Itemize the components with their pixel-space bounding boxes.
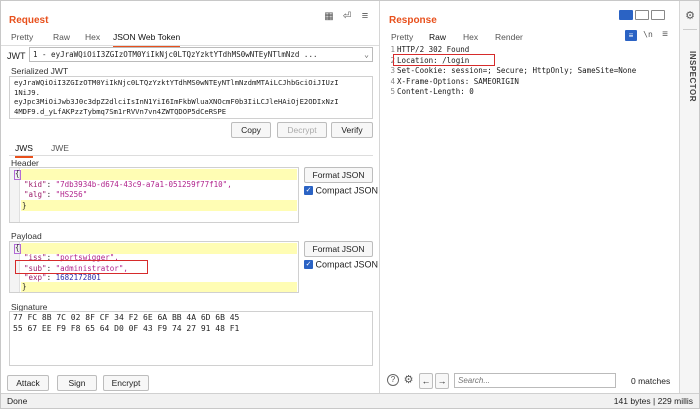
json-key: "exp" xyxy=(24,273,47,282)
header-json-editor[interactable]: { "kid": "7db3934b-d674-43c9-a7a1-051259… xyxy=(9,167,299,223)
inspector-sidebar[interactable]: ⚙ INSPECTOR xyxy=(679,1,699,393)
location-highlight-box xyxy=(393,54,495,66)
settings-icon[interactable]: ⚙ xyxy=(683,9,697,22)
json-key: "alg" xyxy=(24,190,47,199)
divider xyxy=(683,29,697,30)
checkbox-checked-icon[interactable]: ✓ xyxy=(304,260,313,270)
response-title: Response xyxy=(389,15,437,26)
line-number: 5 xyxy=(390,87,395,96)
layout-split-icon[interactable] xyxy=(619,10,633,20)
compact-json-toggle[interactable]: ✓ Compact JSON xyxy=(304,259,378,270)
back-arrow-icon[interactable]: ← xyxy=(419,373,433,389)
tab-jwe[interactable]: JWE xyxy=(51,143,69,153)
format-json-button[interactable]: Format JSON xyxy=(304,167,373,183)
copy-button[interactable]: Copy xyxy=(231,122,271,138)
jwt-label: JWT xyxy=(7,51,26,61)
layout-icon[interactable]: ▦ xyxy=(323,11,335,23)
divider xyxy=(9,155,373,156)
jwt-select-value: 1 - eyJraWQiOiI3ZGIzOTM0YiIkNjc0LTQzYzkt… xyxy=(33,50,318,59)
json-brace: { xyxy=(15,243,20,252)
request-title: Request xyxy=(9,15,49,26)
response-line: X-Frame-Options: SAMEORIGIN xyxy=(397,76,519,86)
response-line: Content-Length: 0 xyxy=(397,87,474,96)
pane-splitter[interactable] xyxy=(379,1,380,393)
tab-raw[interactable]: Raw xyxy=(53,32,70,42)
response-text: HTTP/2 302 Found Location: /login Set-Co… xyxy=(397,45,636,98)
line-highlight xyxy=(21,169,297,180)
compact-json-toggle[interactable]: ✓ Compact JSON xyxy=(304,185,378,196)
search-input[interactable] xyxy=(454,373,616,388)
attack-button[interactable]: Attack xyxy=(7,375,49,391)
line-highlight xyxy=(21,200,297,211)
compact-json-label: Compact JSON xyxy=(315,185,379,196)
status-left: Done xyxy=(7,396,28,406)
serialized-jwt-field[interactable]: eyJraWQiOiI3ZGIzOTM0YiIkNjc0LTQzYzktYTdh… xyxy=(9,76,373,119)
inspector-label[interactable]: INSPECTOR xyxy=(683,51,697,121)
encrypt-button[interactable]: Encrypt xyxy=(103,375,149,391)
signature-line: 55 67 EE F9 F8 65 64 D0 0F 43 F9 74 27 9… xyxy=(13,323,240,333)
status-bar: Done 141 bytes | 229 millis xyxy=(1,393,699,408)
layout-single-icon[interactable] xyxy=(651,10,665,20)
serialized-jwt-label: Serialized JWT xyxy=(11,66,69,76)
serialized-line: 1NiJ9. xyxy=(14,87,40,97)
json-value: 1682172801 xyxy=(55,273,101,282)
response-editor[interactable]: 1 2 3 4 5 HTTP/2 302 Found Location: /lo… xyxy=(385,45,677,371)
json-line-kid: "kid": "7db3934b-d674-43c9-a7a1-051259f7… xyxy=(24,180,232,189)
json-value: "7db3934b-d674-43c9-a7a1-051259f77f10", xyxy=(55,180,232,189)
signature-hex-field[interactable]: 77 FC 8B 7C 02 8F CF 34 F2 6E 6A BB 4A 6… xyxy=(9,311,373,366)
divider xyxy=(1,45,379,46)
json-line-alg: "alg": "HS256" xyxy=(24,190,88,199)
sign-button[interactable]: Sign xyxy=(57,375,97,391)
newline-toggle-icon[interactable]: \n xyxy=(641,30,655,39)
burp-window: Request ▦ ⏎ ≡ Pretty Raw Hex JSON Web To… xyxy=(0,0,700,409)
json-line-exp: "exp": 1682172801 xyxy=(24,273,101,282)
line-number: 4 xyxy=(390,76,395,86)
compact-json-label: Compact JSON xyxy=(315,259,379,270)
pretty-print-icon[interactable]: ≡ xyxy=(625,30,637,41)
serialized-line: eyJraWQiOiI3ZGIzOTM0YiIkNjc0LTQzYzktYTdh… xyxy=(14,78,339,87)
tab-pretty[interactable]: Pretty xyxy=(11,32,33,42)
tab-pretty[interactable]: Pretty xyxy=(391,32,413,42)
serialized-line: eyJpc3MiOiJwb3J0c3dpZ2dlciIsInN1YiI6ImFk… xyxy=(14,97,339,106)
forward-arrow-icon[interactable]: → xyxy=(435,373,449,389)
serialized-line: 4MDF9.d_yLfAKPzzTybmq7Sm1rRVVn7vn4ZWTQDO… xyxy=(14,106,227,116)
verify-button[interactable]: Verify xyxy=(331,122,373,138)
match-count: 0 matches xyxy=(631,376,671,386)
json-value: "HS256" xyxy=(55,190,88,199)
json-brace: { xyxy=(15,169,20,178)
line-number: 3 xyxy=(390,66,395,75)
json-key: "kid" xyxy=(24,180,47,189)
help-icon[interactable]: ? xyxy=(387,374,399,386)
newline-icon[interactable]: ⏎ xyxy=(341,11,353,23)
layout-stacked-icon[interactable] xyxy=(635,10,649,20)
line-number-gutter: 1 2 3 4 5 xyxy=(385,45,395,98)
status-right: 141 bytes | 229 millis xyxy=(613,396,693,406)
payload-section-label: Payload xyxy=(11,231,42,241)
tab-render[interactable]: Render xyxy=(495,32,523,42)
settings-icon[interactable]: ⚙ xyxy=(402,373,415,386)
chevron-down-icon: ⌄ xyxy=(364,50,369,59)
sub-claim-highlight-box xyxy=(15,260,148,274)
menu-icon[interactable]: ≡ xyxy=(659,29,671,40)
menu-icon[interactable]: ≡ xyxy=(359,10,371,22)
json-brace: } xyxy=(22,201,27,210)
response-line: Set-Cookie: session=; Secure; HttpOnly; … xyxy=(397,66,637,75)
decrypt-button[interactable]: Decrypt xyxy=(277,122,327,138)
tab-hex[interactable]: Hex xyxy=(463,32,478,42)
format-json-button[interactable]: Format JSON xyxy=(304,241,373,257)
signature-line: 77 FC 8B 7C 02 8F CF 34 F2 6E 6A BB 4A 6… xyxy=(13,313,240,322)
line-highlight xyxy=(21,282,297,292)
json-brace: } xyxy=(22,282,27,291)
tab-hex[interactable]: Hex xyxy=(85,32,100,42)
checkbox-checked-icon[interactable]: ✓ xyxy=(304,186,313,196)
jwt-select[interactable]: 1 - eyJraWQiOiI3ZGIzOTM0YiIkNjc0LTQzYzkt… xyxy=(29,47,373,62)
